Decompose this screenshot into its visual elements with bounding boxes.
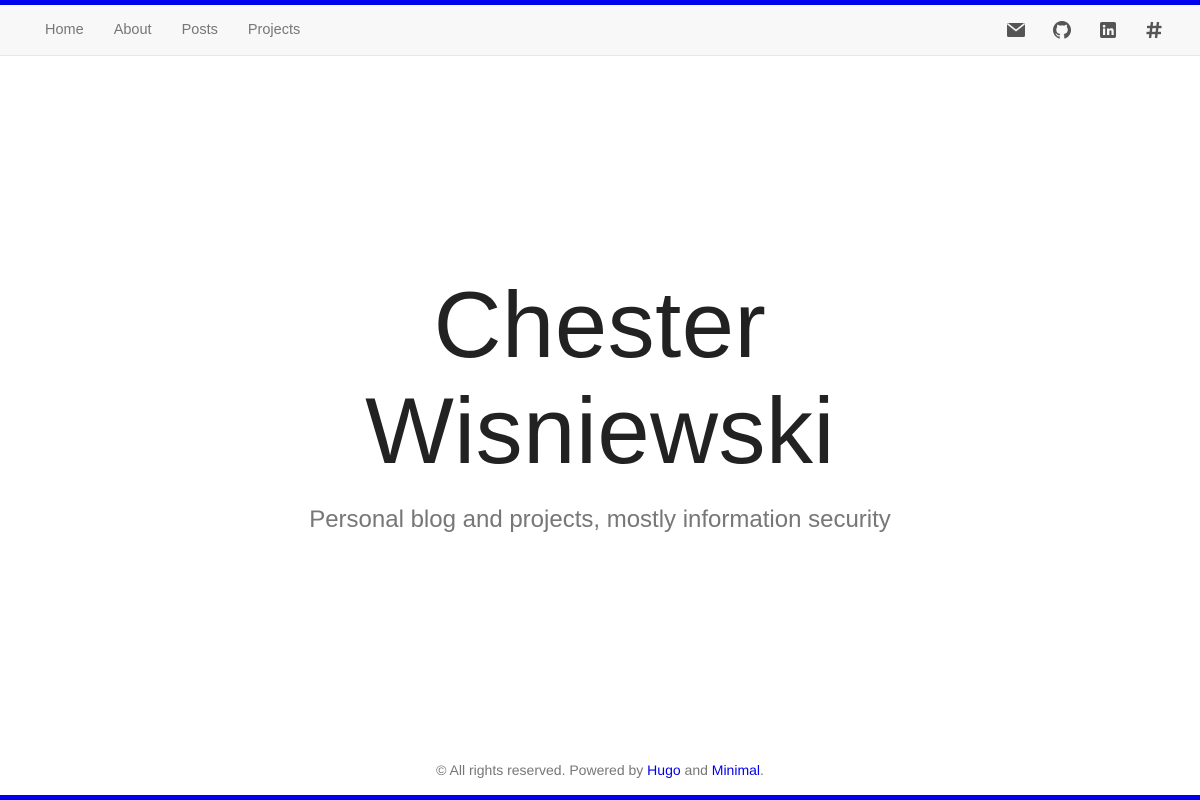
nav-link-home[interactable]: Home: [30, 5, 99, 55]
title-line-first: Chester: [433, 272, 767, 377]
github-icon[interactable]: [1039, 5, 1085, 55]
page-title: Chester Wisniewski: [0, 272, 1200, 484]
page: Home About Posts Projects Chester Wisnie…: [0, 0, 1200, 800]
nav-link-projects[interactable]: Projects: [233, 5, 315, 55]
title-line-second: Wisniewski: [365, 378, 835, 483]
nav-link-about[interactable]: About: [99, 5, 167, 55]
footer-and-text: and: [680, 762, 712, 778]
navbar: Home About Posts Projects: [0, 5, 1200, 56]
footer-period: .: [760, 762, 764, 778]
hero: Chester Wisniewski Personal blog and pro…: [0, 272, 1200, 535]
footer-copyright: © All rights reserved. Powered by: [436, 762, 648, 778]
page-subtitle: Personal blog and projects, mostly infor…: [309, 506, 891, 533]
linkedin-icon[interactable]: [1085, 5, 1131, 55]
envelope-icon[interactable]: [993, 5, 1039, 55]
bottom-accent-bar: [0, 795, 1200, 800]
nav-links: Home About Posts Projects: [30, 5, 315, 55]
footer-hugo-link[interactable]: Hugo: [647, 762, 680, 778]
footer: © All rights reserved. Powered by Hugo a…: [0, 759, 1200, 781]
nav-link-posts[interactable]: Posts: [167, 5, 233, 55]
hashtag-icon[interactable]: [1131, 5, 1177, 55]
footer-minimal-link[interactable]: Minimal: [712, 762, 760, 778]
nav-icons: [993, 5, 1177, 55]
